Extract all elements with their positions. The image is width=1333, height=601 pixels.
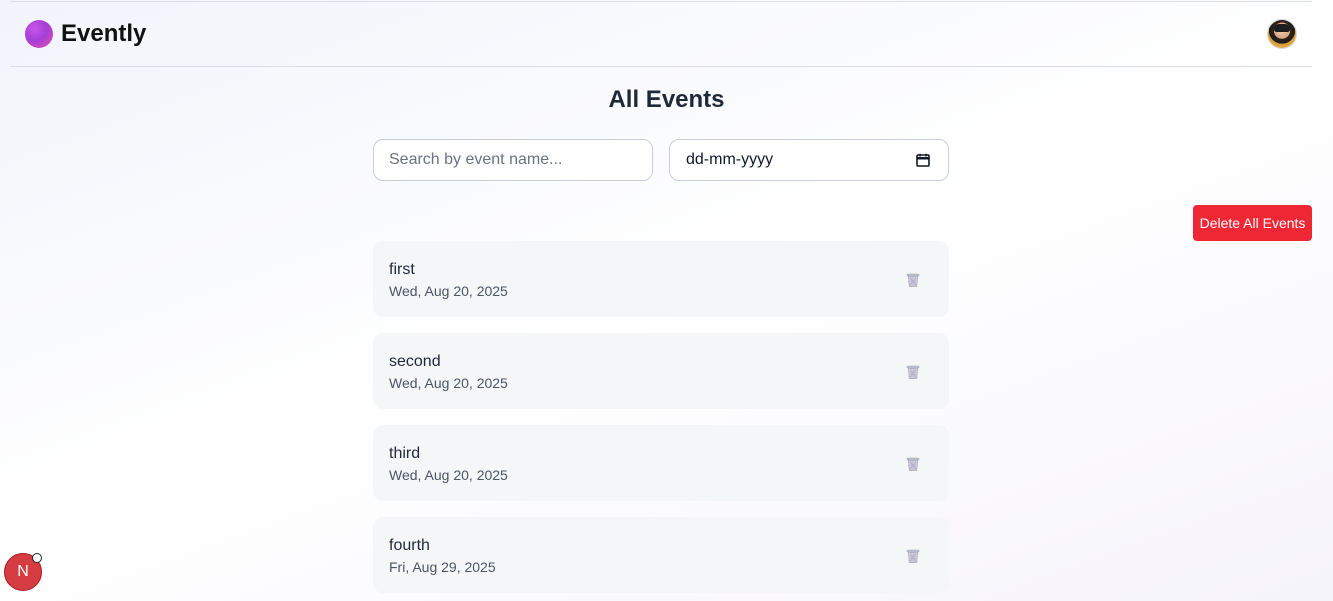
event-title: second (389, 353, 441, 370)
trash-icon (906, 549, 920, 563)
event-card[interactable]: fourth Fri, Aug 29, 2025 (373, 517, 949, 593)
brand-name: Evently (61, 20, 147, 47)
floating-badge: N (4, 553, 44, 593)
event-card[interactable]: first Wed, Aug 20, 2025 (373, 241, 949, 317)
trash-icon (906, 273, 920, 287)
date-input[interactable]: dd-mm-yyyy (669, 139, 949, 181)
event-date: Fri, Aug 29, 2025 (389, 559, 496, 575)
user-avatar[interactable] (1268, 20, 1296, 48)
delete-event-button[interactable] (901, 360, 925, 384)
event-list: first Wed, Aug 20, 2025 second Wed, Aug … (373, 241, 949, 601)
calendar-icon[interactable] (916, 153, 930, 167)
logo-dot-icon (25, 20, 53, 48)
delete-event-button[interactable] (901, 268, 925, 292)
app-header: Evently (10, 2, 1312, 67)
event-card[interactable]: second Wed, Aug 20, 2025 (373, 333, 949, 409)
delete-event-button[interactable] (901, 544, 925, 568)
event-title: fourth (389, 537, 430, 554)
delete-all-events-button[interactable]: Delete All Events (1193, 205, 1312, 241)
delete-event-button[interactable] (901, 452, 925, 476)
event-date: Wed, Aug 20, 2025 (389, 467, 508, 483)
event-title: third (389, 445, 421, 462)
page-title: All Events (608, 86, 725, 113)
search-input[interactable] (373, 139, 653, 181)
event-title: first (389, 261, 415, 278)
trash-icon (906, 457, 920, 471)
trash-icon (906, 365, 920, 379)
event-date: Wed, Aug 20, 2025 (389, 283, 508, 299)
event-date: Wed, Aug 20, 2025 (389, 375, 508, 391)
event-card[interactable]: third Wed, Aug 20, 2025 (373, 425, 949, 501)
date-placeholder: dd-mm-yyyy (686, 151, 774, 168)
badge-status-dot (32, 553, 42, 563)
